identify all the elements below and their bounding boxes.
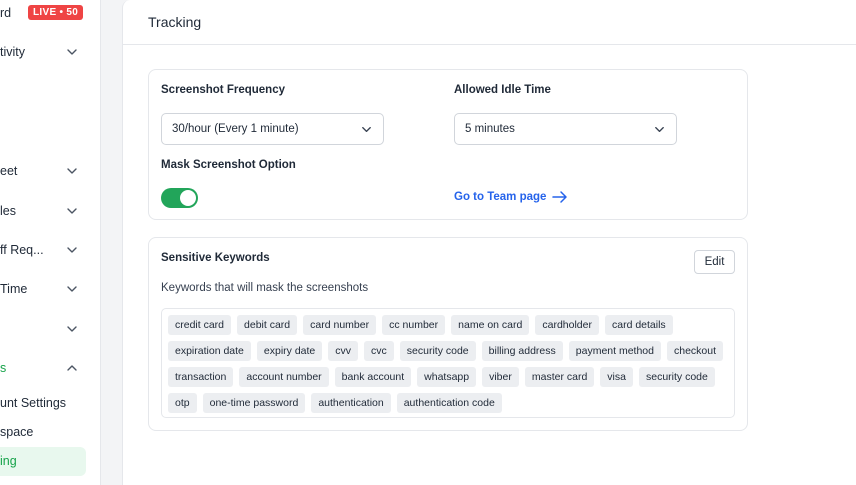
chevron-down-icon: [67, 286, 77, 292]
keyword-chip: cvv: [328, 341, 359, 361]
sidebar-item-collapsed[interactable]: [0, 317, 100, 341]
sidebar-item-time-off-requests[interactable]: ff Req...: [0, 238, 100, 262]
sensitive-keywords-title: Sensitive Keywords: [161, 252, 270, 264]
keyword-chip: master card: [524, 367, 595, 387]
keyword-chip: security code: [399, 341, 476, 361]
edit-keywords-button[interactable]: Edit: [694, 250, 735, 274]
keyword-chip: checkout: [666, 341, 724, 361]
sidebar-item-label: space: [0, 425, 34, 439]
keyword-chip: card details: [604, 315, 673, 335]
idle-time-value: 5 minutes: [465, 123, 515, 135]
keyword-chip: cc number: [382, 315, 446, 335]
sidebar-item-label: les: [0, 204, 16, 218]
sidebar: rd LIVE • 50 tivity eet les ff Req... Ti…: [0, 0, 101, 485]
keyword-chip: name on card: [451, 315, 530, 335]
tracking-settings-card: Screenshot Frequency 30/hour (Every 1 mi…: [148, 69, 748, 220]
keyword-chip: expiration date: [168, 341, 251, 361]
keyword-chip: cardholder: [535, 315, 599, 335]
chevron-down-icon: [655, 126, 664, 133]
screenshot-frequency-select[interactable]: 30/hour (Every 1 minute): [161, 113, 384, 145]
keyword-chip: security code: [638, 367, 715, 387]
keyword-chip: authentication: [311, 393, 391, 413]
keyword-chip: card number: [303, 315, 377, 335]
keyword-chip: payment method: [568, 341, 661, 361]
keyword-chip: transaction: [168, 367, 234, 387]
sidebar-item-label: eet: [0, 164, 18, 178]
sidebar-item-timesheet[interactable]: eet: [0, 159, 100, 183]
keyword-chip: cvc: [364, 341, 394, 361]
idle-time-label: Allowed Idle Time: [454, 84, 551, 96]
keywords-list: credit card debit card card number cc numbe…: [161, 308, 735, 418]
keyword-chip: viber: [482, 367, 519, 387]
sidebar-item-label: ff Req...: [0, 243, 44, 257]
chevron-down-icon: [67, 326, 77, 332]
sidebar-item-time[interactable]: Time: [0, 277, 100, 301]
keyword-chip: debit card: [237, 315, 298, 335]
sidebar-item-label: unt Settings: [0, 396, 67, 410]
keyword-chip: whatsapp: [417, 367, 477, 387]
sidebar-item-label: Time: [0, 282, 28, 296]
sidebar-item-label: ing: [0, 454, 17, 468]
keyword-chip: credit card: [168, 315, 232, 335]
sidebar-item-schedules[interactable]: les: [0, 199, 100, 223]
keyword-chip: one-time password: [202, 393, 306, 413]
chevron-down-icon: [362, 126, 371, 133]
keyword-chip: bank account: [334, 367, 412, 387]
arrow-right-icon: [552, 191, 568, 203]
keyword-chip: otp: [168, 393, 197, 413]
chevron-up-icon: [67, 365, 77, 371]
keyword-chip: authentication code: [396, 393, 502, 413]
sidebar-item-settings[interactable]: s: [0, 356, 100, 380]
sidebar-item-label: s: [0, 361, 7, 375]
sidebar-item-label: rd: [0, 6, 12, 20]
keywords-description: Keywords that will mask the screenshots: [161, 282, 369, 294]
sidebar-item-label: tivity: [0, 45, 25, 59]
page-title: Tracking: [148, 14, 202, 30]
keyword-chip: billing address: [481, 341, 563, 361]
sidebar-item-activity[interactable]: tivity: [0, 40, 100, 64]
idle-time-select[interactable]: 5 minutes: [454, 113, 677, 145]
go-to-team-label: Go to Team page: [454, 191, 547, 203]
keyword-chip: account number: [239, 367, 329, 387]
main-panel: Tracking Screenshot Frequency 30/hour (E…: [122, 0, 856, 485]
chevron-down-icon: [67, 247, 77, 253]
screenshot-frequency-label: Screenshot Frequency: [161, 84, 285, 96]
sidebar-subitem-workspace[interactable]: space: [0, 420, 100, 444]
page-header: Tracking: [123, 0, 856, 45]
chevron-down-icon: [67, 208, 77, 214]
keyword-chip: visa: [600, 367, 633, 387]
mask-screenshot-label: Mask Screenshot Option: [161, 159, 296, 171]
sidebar-subitem-tracking[interactable]: ing: [0, 449, 100, 473]
go-to-team-link[interactable]: Go to Team page: [454, 190, 568, 204]
live-badge: LIVE • 50: [28, 5, 84, 20]
toggle-knob: [180, 190, 196, 206]
chevron-down-icon: [67, 168, 77, 174]
keyword-chip: expiry date: [256, 341, 323, 361]
sidebar-subitem-account-settings[interactable]: unt Settings: [0, 391, 100, 415]
sensitive-keywords-card: Sensitive Keywords Edit Keywords that wi…: [148, 237, 748, 431]
screenshot-frequency-value: 30/hour (Every 1 minute): [172, 123, 299, 135]
mask-screenshot-toggle[interactable]: [161, 188, 198, 208]
chevron-down-icon: [67, 49, 77, 55]
